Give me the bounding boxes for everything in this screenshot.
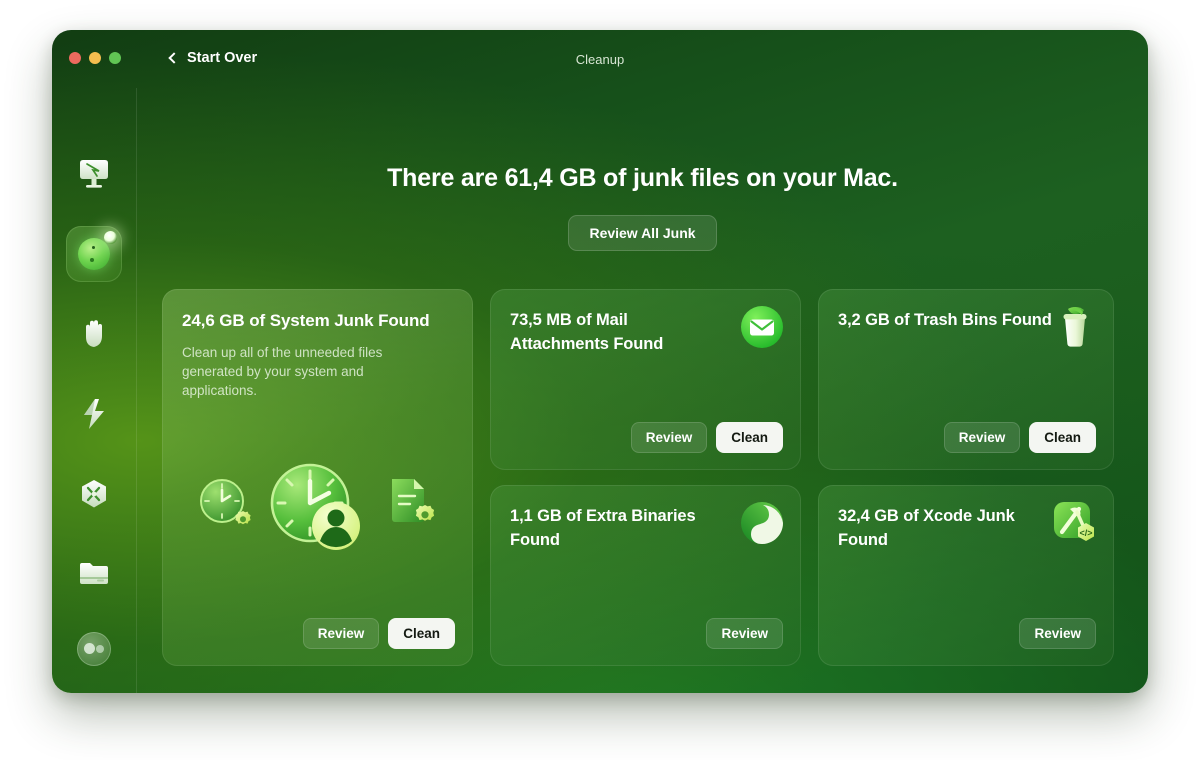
card-description: Clean up all of the unneeded files gener…: [182, 343, 430, 400]
sidebar-item-protection[interactable]: [66, 306, 122, 362]
hand-protection-icon: [80, 318, 108, 350]
app-window: Start Over Cleanup: [52, 30, 1148, 693]
system-junk-illustration: [162, 461, 473, 571]
card-extra-binaries[interactable]: 1,1 GB of Extra Binaries Found Review: [490, 485, 801, 666]
sidebar-item-files[interactable]: [66, 546, 122, 602]
card-system-junk[interactable]: 24,6 GB of System Junk Found Clean up al…: [162, 289, 473, 666]
sidebar-item-applications[interactable]: [66, 466, 122, 522]
sparkle-icon: [104, 231, 117, 244]
card-actions: Review Clean: [631, 422, 783, 453]
card-mail-attachments[interactable]: 73,5 MB of Mail Attachments Found Review…: [490, 289, 801, 470]
card-actions: Review: [706, 618, 783, 649]
page-title: There are 61,4 GB of junk files on your …: [137, 164, 1148, 193]
account-avatar[interactable]: [77, 632, 111, 666]
hero-section: There are 61,4 GB of junk files on your …: [137, 88, 1148, 318]
monitor-scan-icon: [77, 159, 111, 189]
card-actions: Review Clean: [944, 422, 1096, 453]
review-button[interactable]: Review: [706, 618, 783, 649]
clean-button[interactable]: Clean: [388, 618, 455, 649]
trash-bin-icon: [1052, 304, 1098, 350]
sidebar-item-performance[interactable]: [66, 386, 122, 442]
binaries-sphere-icon: [739, 500, 785, 546]
title-bar: Start Over Cleanup: [52, 30, 1148, 88]
xcode-hammer-icon: </>: [1052, 500, 1098, 546]
card-title: 32,4 GB of Xcode Junk Found: [838, 505, 1053, 553]
window-title: Cleanup: [52, 52, 1148, 67]
sidebar-item-smart-scan[interactable]: [66, 146, 122, 202]
document-gear-icon: [384, 475, 446, 537]
review-button[interactable]: Review: [944, 422, 1021, 453]
folder-icon: [77, 560, 111, 588]
svg-text:</>: </>: [1079, 528, 1092, 538]
card-title: 24,6 GB of System Junk Found: [182, 309, 453, 334]
card-xcode-junk[interactable]: 32,4 GB of Xcode Junk Found </>: [818, 485, 1114, 666]
review-button[interactable]: Review: [1019, 618, 1096, 649]
card-actions: Review Clean: [303, 618, 455, 649]
tools-hexagon-icon: [79, 478, 109, 510]
review-button[interactable]: Review: [303, 618, 380, 649]
sidebar-item-cleanup[interactable]: [66, 226, 122, 282]
clock-gear-small-icon: [196, 477, 258, 539]
review-button[interactable]: Review: [631, 422, 708, 453]
sidebar-rail: [52, 146, 135, 602]
card-trash-bins[interactable]: 3,2 GB of Trash Bins Found Review Clean: [818, 289, 1114, 470]
results-grid: 24,6 GB of System Junk Found Clean up al…: [162, 289, 1122, 671]
lightning-speed-icon: [81, 398, 107, 430]
clean-button[interactable]: Clean: [1029, 422, 1096, 453]
review-all-junk-button[interactable]: Review All Junk: [568, 215, 716, 251]
clean-button[interactable]: Clean: [716, 422, 783, 453]
cleanup-orb-icon: [78, 238, 110, 270]
sidebar: [52, 88, 137, 693]
mail-envelope-icon: [739, 304, 785, 350]
clock-user-icon: [265, 461, 365, 557]
card-title: 73,5 MB of Mail Attachments Found: [510, 309, 725, 357]
card-actions: Review: [1019, 618, 1096, 649]
card-title: 1,1 GB of Extra Binaries Found: [510, 505, 725, 553]
card-title: 3,2 GB of Trash Bins Found: [838, 309, 1053, 333]
